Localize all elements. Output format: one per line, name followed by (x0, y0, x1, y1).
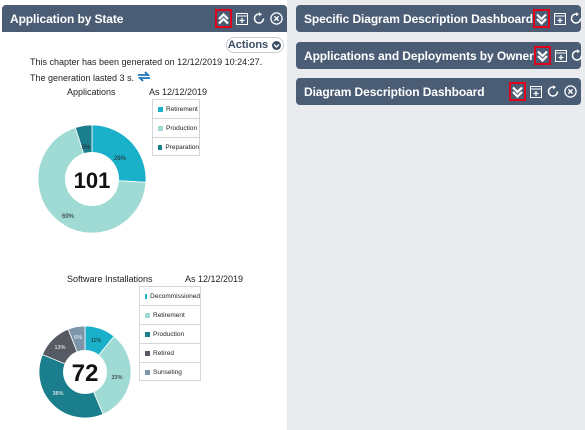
chart2-total: 72 (72, 360, 99, 387)
legend-swatch (145, 331, 150, 337)
legend-item: Sunseting (140, 363, 200, 382)
applications-donut-chart: 101 26% 69% 5% (37, 124, 147, 234)
slice-label: 5% (82, 145, 91, 151)
refresh-icon[interactable] (571, 49, 585, 63)
legend-swatch (145, 293, 148, 299)
refresh-icon[interactable] (546, 85, 560, 99)
legend-item: Retirement (153, 100, 199, 119)
applications-deployments-by-owner-header: Applications and Deployments by Owner (296, 42, 583, 69)
slice-label: 33% (111, 375, 122, 381)
slice-label: 13% (54, 345, 65, 351)
expand-panel-icon[interactable] (554, 49, 568, 63)
legend-label: Sunseting (153, 369, 182, 376)
diagram-description-dashboard-header: Diagram Description Dashboard (296, 78, 581, 105)
panel-title: Application by State (10, 11, 124, 26)
legend-label: Production (153, 330, 185, 338)
duration-text: The generation lasted 3 s. (30, 71, 151, 83)
actions-button[interactable]: Actions (226, 37, 284, 53)
legend-swatch (158, 125, 163, 131)
legend-label: Production (166, 124, 198, 132)
close-icon[interactable] (269, 12, 283, 26)
dashboard-root: Application by State Actions This chapte… (0, 0, 585, 430)
panel-title: Applications and Deployments by Owner (304, 48, 534, 63)
legend-item: Preparation (153, 138, 199, 157)
collapse-icon[interactable] (215, 9, 232, 28)
legend-item: Retirement (140, 306, 200, 325)
legend-swatch (145, 350, 150, 356)
legend-swatch (145, 370, 150, 375)
close-icon[interactable] (563, 85, 577, 99)
slice-label: 6% (74, 335, 82, 341)
duration-label: The generation lasted 3 s. (30, 73, 135, 83)
chart1-date: As 12/12/2019 (149, 87, 208, 97)
expand-panel-icon[interactable] (529, 85, 543, 99)
panel-header: Application by State (2, 5, 287, 32)
panel-title: Specific Diagram Description Dashboard (304, 11, 533, 26)
legend-item: Retired (140, 344, 200, 363)
chart2-title: Software Installations (67, 274, 153, 284)
panel-title: Diagram Description Dashboard (304, 84, 485, 99)
application-by-state-panel: Application by State Actions This chapte… (0, 0, 287, 430)
specific-diagram-description-dashboard-header: Specific Diagram Description Dashboard (296, 5, 584, 32)
legend-label: Decommissioned (150, 292, 200, 300)
chart1-legend: Retirement Production Preparation (152, 99, 200, 156)
chart1-title: Applications (67, 87, 116, 97)
legend-label: Retirement (153, 311, 185, 319)
legend-label: Preparation (165, 144, 199, 151)
expand-chevron-icon[interactable] (509, 82, 526, 101)
chart2-date: As 12/12/2019 (185, 274, 244, 284)
slice-label: 38% (52, 391, 63, 397)
legend-item: Production (153, 119, 199, 138)
chart2-legend: Decommissioned Retirement Production Ret… (139, 286, 201, 381)
legend-label: Retired (153, 349, 174, 357)
legend-swatch (158, 106, 163, 112)
generated-text: This chapter has been generated on 12/12… (30, 57, 263, 67)
actions-label: Actions (227, 39, 269, 51)
slice-label: 11% (91, 338, 102, 344)
legend-label: Retirement (166, 105, 198, 113)
legend-item: Decommissioned (140, 287, 200, 306)
legend-item: Production (140, 325, 200, 344)
expand-chevron-icon[interactable] (533, 46, 551, 65)
slice-label: 69% (62, 214, 75, 220)
refresh-icon[interactable] (570, 12, 584, 26)
expand-panel-icon[interactable] (553, 12, 567, 26)
refresh-arrows-icon[interactable] (137, 71, 151, 82)
legend-swatch (145, 312, 150, 318)
slice-label: 26% (114, 156, 127, 162)
legend-swatch (158, 145, 163, 150)
chevron-down-icon (272, 40, 282, 50)
chart1-total: 101 (74, 168, 111, 193)
software-installations-donut-chart: 72 11% 33% 38% 13% 6% (38, 325, 132, 419)
refresh-icon[interactable] (252, 12, 266, 26)
expand-chevron-icon[interactable] (532, 9, 550, 28)
expand-panel-icon[interactable] (235, 12, 249, 26)
